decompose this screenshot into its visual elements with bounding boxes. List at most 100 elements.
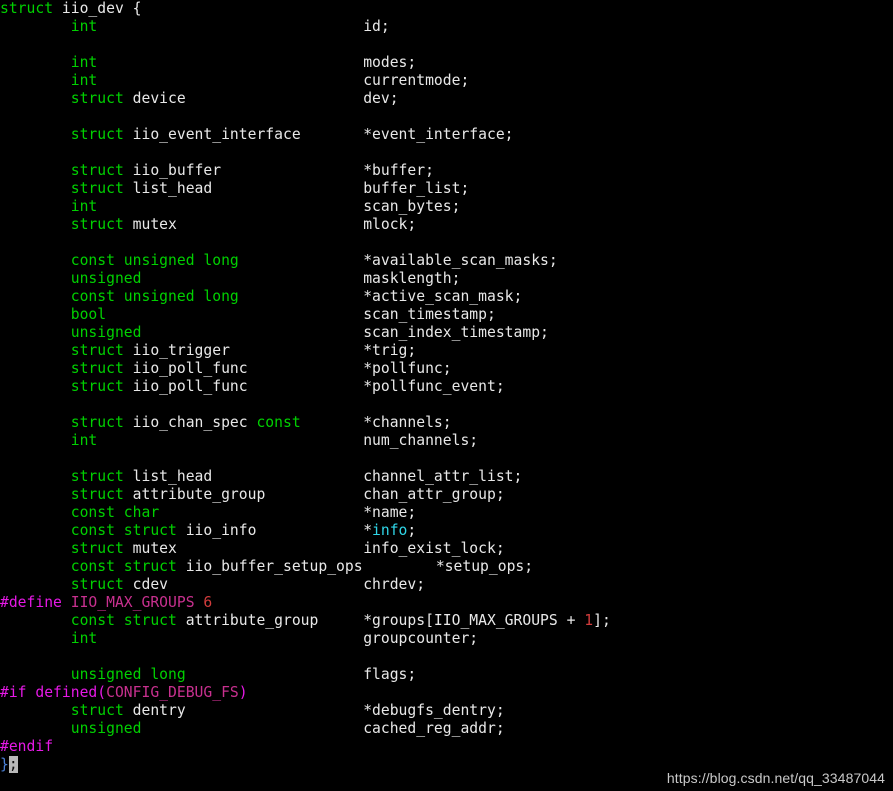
code-line[interactable]: unsigned masklength;: [0, 270, 893, 288]
code-line[interactable]: struct list_head buffer_list;: [0, 180, 893, 198]
code-token-ident: [0, 288, 71, 305]
code-member-column: chan_attr_group;: [363, 486, 504, 504]
code-member-column: *channels;: [363, 414, 451, 432]
code-line[interactable]: int groupcounter;: [0, 630, 893, 648]
code-line[interactable]: [0, 648, 893, 666]
code-line[interactable]: [0, 36, 893, 54]
code-member-column: scan_index_timestamp;: [363, 324, 549, 342]
code-member-column: scan_bytes;: [363, 198, 460, 216]
code-line[interactable]: const char *name;: [0, 504, 893, 522]
code-line[interactable]: unsigned scan_index_timestamp;: [0, 324, 893, 342]
code-line[interactable]: struct list_head channel_attr_list;: [0, 468, 893, 486]
code-token-keyword: const struct: [70, 558, 186, 575]
code-token-ident: cdev: [132, 576, 169, 593]
code-token-ident: mlock;: [363, 216, 417, 233]
code-line[interactable]: struct iio_poll_func *pollfunc;: [0, 360, 893, 378]
code-line[interactable]: struct iio_trigger *trig;: [0, 342, 893, 360]
code-line[interactable]: struct iio_buffer *buffer;: [0, 162, 893, 180]
code-line[interactable]: [0, 108, 893, 126]
code-token-keyword: const char: [70, 504, 160, 521]
code-editor-viewport[interactable]: struct iio_dev { int id; int modes; int cur…: [0, 0, 893, 791]
code-line[interactable]: [0, 450, 893, 468]
code-token-ident: attribute_group: [132, 486, 266, 503]
code-token-number: 6: [203, 594, 213, 611]
code-member-column: cached_reg_addr;: [363, 720, 504, 738]
code-token-keyword: struct: [70, 576, 133, 593]
code-member-column: *available_scan_masks;: [363, 252, 558, 270]
code-line[interactable]: [0, 396, 893, 414]
code-member-column: *debugfs_dentry;: [363, 702, 504, 720]
code-line[interactable]: #if defined(CONFIG_DEBUG_FS): [0, 684, 893, 702]
code-segment-group: int: [0, 432, 98, 449]
code-line[interactable]: const struct iio_buffer_setup_ops *setup_…: [0, 558, 893, 576]
code-line[interactable]: struct mutex info_exist_lock;: [0, 540, 893, 558]
code-token-keyword: struct: [70, 468, 133, 485]
code-token-ident: iio_poll_func: [132, 378, 248, 395]
code-token-ident: masklength;: [363, 270, 461, 287]
code-line[interactable]: struct mutex mlock;: [0, 216, 893, 234]
code-line[interactable]: const struct attribute_group *groups[IIO_…: [0, 612, 893, 630]
code-token-ident: [0, 342, 71, 359]
code-line[interactable]: struct iio_poll_func *pollfunc_event;: [0, 378, 893, 396]
code-token-keyword: int: [70, 630, 98, 647]
code-token-ident: num_channels;: [363, 432, 479, 449]
code-token-ident: iio_trigger: [132, 342, 230, 359]
code-token-ident: [0, 504, 71, 521]
code-token-cursor: ;: [8, 756, 18, 773]
code-line[interactable]: struct iio_event_interface *event_interfa…: [0, 126, 893, 144]
code-token-keyword: struct: [70, 486, 133, 503]
code-line[interactable]: struct iio_chan_spec const *channels;: [0, 414, 893, 432]
code-segment-group: unsigned: [0, 720, 142, 737]
code-token-preproc: #define: [0, 594, 71, 611]
code-segment-group: struct dentry: [0, 702, 186, 719]
code-token-ident: [0, 612, 71, 629]
code-line[interactable]: struct attribute_group chan_attr_group;: [0, 486, 893, 504]
code-line[interactable]: int modes;: [0, 54, 893, 72]
code-token-keyword: unsigned long: [70, 666, 186, 683]
code-token-ident: iio_info: [185, 522, 257, 539]
code-line[interactable]: [0, 234, 893, 252]
code-token-ident: *available_scan_masks;: [363, 252, 558, 269]
code-member-column: *active_scan_mask;: [363, 288, 522, 306]
code-line[interactable]: struct device dev;: [0, 90, 893, 108]
watermark-url: https://blog.csdn.net/qq_33487044: [666, 770, 885, 786]
code-token-ident: [0, 486, 71, 503]
code-line[interactable]: struct iio_dev {: [0, 0, 893, 18]
code-segment-group: struct iio_trigger: [0, 342, 230, 359]
code-token-ident: *pollfunc_event;: [363, 378, 505, 395]
code-token-ident: [0, 270, 71, 287]
code-token-ident: ;: [407, 522, 417, 539]
code-line[interactable]: [0, 144, 893, 162]
code-line[interactable]: #endif: [0, 738, 893, 756]
code-line[interactable]: const unsigned long *active_scan_mask;: [0, 288, 893, 306]
code-token-keyword: struct: [70, 540, 133, 557]
code-segment-group: struct list_head: [0, 180, 213, 197]
code-token-ident: [0, 576, 71, 593]
code-line[interactable]: const unsigned long *available_scan_masks…: [0, 252, 893, 270]
code-line[interactable]: unsigned long flags;: [0, 666, 893, 684]
code-line[interactable]: struct cdev chrdev;: [0, 576, 893, 594]
code-token-ident: [0, 18, 71, 35]
code-segment-group: int: [0, 198, 98, 215]
code-token-ident: [0, 468, 71, 485]
code-line[interactable]: const struct iio_info *info;: [0, 522, 893, 540]
code-token-ident: scan_bytes;: [363, 198, 461, 215]
code-line[interactable]: int currentmode;: [0, 72, 893, 90]
code-token-keyword: unsigned: [70, 324, 142, 341]
code-segment-group: #define IIO_MAX_GROUPS 6: [0, 594, 212, 611]
code-token-keyword: const: [256, 414, 301, 431]
code-line[interactable]: unsigned cached_reg_addr;: [0, 720, 893, 738]
code-token-keyword: struct: [70, 702, 133, 719]
code-line[interactable]: #define IIO_MAX_GROUPS 6: [0, 594, 893, 612]
code-token-ident: id;: [363, 18, 390, 35]
code-member-column: *info;: [363, 522, 416, 540]
code-line[interactable]: struct dentry *debugfs_dentry;: [0, 702, 893, 720]
code-token-ident: *active_scan_mask;: [363, 288, 523, 305]
code-line[interactable]: int scan_bytes;: [0, 198, 893, 216]
code-line[interactable]: bool scan_timestamp;: [0, 306, 893, 324]
code-token-ident: mutex: [132, 216, 177, 233]
code-line[interactable]: int num_channels;: [0, 432, 893, 450]
code-token-ident: *name;: [363, 504, 417, 521]
code-token-ident: device: [132, 90, 186, 107]
code-line[interactable]: int id;: [0, 18, 893, 36]
